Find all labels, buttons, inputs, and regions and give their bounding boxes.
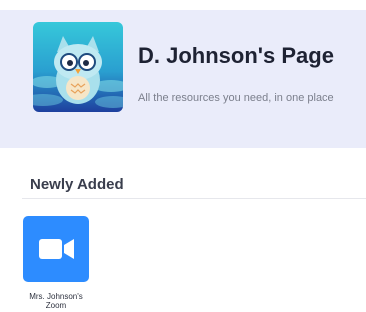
page-title: D. Johnson's Page [138, 43, 334, 68]
page: D. Johnson's Page All the resources you … [0, 0, 366, 312]
page-subtitle: All the resources you need, in one place [138, 92, 334, 104]
top-edge [0, 0, 366, 10]
resource-label[interactable]: Mrs. Johnson's Zoom [15, 292, 97, 310]
owl-icon [33, 22, 123, 112]
zoom-video-camera-icon[interactable] [23, 216, 89, 282]
section-divider [22, 198, 366, 199]
section-title-newly-added: Newly Added [30, 176, 124, 193]
resource-label-line2: Zoom [45, 301, 67, 310]
resource-label-line1: Mrs. Johnson's [29, 292, 83, 301]
